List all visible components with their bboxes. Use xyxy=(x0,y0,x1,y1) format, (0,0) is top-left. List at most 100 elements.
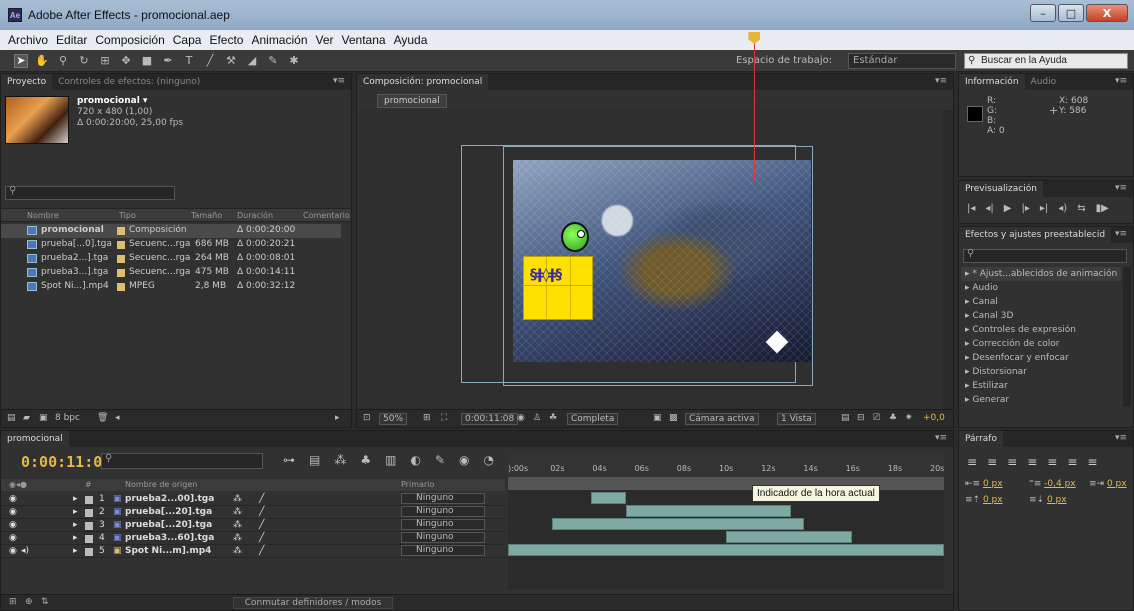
roto-brush-tool-icon[interactable]: ✎ xyxy=(266,54,280,68)
zoom-select[interactable]: 50% xyxy=(379,413,408,425)
tab-proyecto[interactable]: Proyecto xyxy=(1,74,53,90)
effects-scrollbar[interactable] xyxy=(1123,267,1131,407)
shy-switch-icon[interactable]: ⁂ xyxy=(233,494,242,504)
comp-button-icon[interactable]: ⊞ xyxy=(9,597,17,607)
layer-name[interactable]: prueba2...00].tga xyxy=(125,494,214,504)
maximize-button[interactable]: □ xyxy=(1058,4,1084,22)
resolution-grid-icon[interactable]: ⊞ xyxy=(423,413,431,423)
indent-left[interactable]: ⇤≡ 0 px xyxy=(965,479,1003,489)
shy-switch-icon[interactable]: ⁂ xyxy=(233,546,242,556)
exposure-value[interactable]: +0,0 xyxy=(923,413,945,423)
comp-flowchart-icon[interactable]: ⎚ xyxy=(873,413,880,423)
timeline-layer-row[interactable]: ◉ ▸ 2 ▣ prueba[...20].tga ⁂ ╱ Ninguno xyxy=(1,506,505,519)
zoom-tool-icon[interactable]: ⚲ xyxy=(56,54,70,68)
workspace-select[interactable]: Estándar xyxy=(848,53,956,69)
flowchart-small-icon[interactable]: ⇅ xyxy=(41,597,49,607)
play-icon[interactable]: ▶ xyxy=(1004,203,1012,214)
menu-ventana[interactable]: Ventana xyxy=(338,33,390,47)
col-nombre[interactable]: Nombre xyxy=(27,211,59,220)
tab-efectos-ajustes[interactable]: Efectos y ajustes preestablecid xyxy=(959,227,1112,243)
menu-capa[interactable]: Capa xyxy=(169,33,206,47)
loop-icon[interactable]: ⇆ xyxy=(1077,203,1085,214)
composition-chip[interactable]: promocional xyxy=(377,94,447,108)
always-preview-icon[interactable]: ⊡ xyxy=(363,413,371,423)
frame-blending-icon[interactable]: ▥ xyxy=(385,453,396,467)
space-after-value[interactable]: 0 px xyxy=(1047,495,1067,505)
transparency-grid-icon[interactable]: ▩ xyxy=(669,413,678,423)
indent-left-value[interactable]: 0 px xyxy=(983,479,1003,489)
quality-switch-icon[interactable]: ╱ xyxy=(259,507,264,517)
align-center-icon[interactable]: ≡ xyxy=(987,455,997,469)
timeline-link-icon[interactable]: ⊟ xyxy=(857,413,865,423)
quality-switch-icon[interactable]: ╱ xyxy=(259,520,264,530)
interpret-footage-icon[interactable]: ▤ xyxy=(7,413,16,423)
col-source-name[interactable]: Nombre de origen xyxy=(125,480,197,489)
toggle-switches-modes-button[interactable]: Conmutar definidores / modos xyxy=(233,597,393,609)
justify-last-center-icon[interactable]: ≡ xyxy=(1047,455,1057,469)
expand-icon[interactable]: ⊕ xyxy=(25,597,33,607)
layer-duration-bar[interactable] xyxy=(508,544,944,556)
panel-menu-icon[interactable]: ▾≡ xyxy=(1115,183,1127,193)
previous-frame-icon[interactable]: ◂| xyxy=(985,203,993,214)
new-composition-icon[interactable]: ▣ xyxy=(39,413,48,423)
first-line-value[interactable]: -0,4 px xyxy=(1044,479,1075,489)
stopwatch-icon[interactable]: ◔ xyxy=(483,453,493,467)
first-line-indent[interactable]: ⁼≡ -0,4 px xyxy=(1029,479,1076,489)
menu-animacion[interactable]: Animación xyxy=(247,33,311,47)
quality-switch-icon[interactable]: ╱ xyxy=(259,494,264,504)
rotate-tool-icon[interactable]: ↻ xyxy=(77,54,91,68)
live-update-icon[interactable]: ▤ xyxy=(309,453,320,467)
menu-efecto[interactable]: Efecto xyxy=(205,33,247,47)
effects-category-item[interactable]: ▸ Canal xyxy=(961,295,1121,309)
project-item-name[interactable]: promocional ▾ xyxy=(77,96,183,107)
menu-composicion[interactable]: Composición xyxy=(91,33,168,47)
expand-triangle-icon[interactable]: ▸ xyxy=(73,546,78,556)
pan-behind-tool-icon[interactable]: ✥ xyxy=(119,54,133,68)
selection-tool-icon[interactable]: ➤ xyxy=(14,53,28,68)
panel-menu-icon[interactable]: ▾≡ xyxy=(1115,76,1127,86)
last-frame-icon[interactable]: ▸| xyxy=(1040,203,1048,214)
effects-category-item[interactable]: ▸ Canal 3D xyxy=(961,309,1121,323)
menu-editar[interactable]: Editar xyxy=(52,33,91,47)
space-before-value[interactable]: 0 px xyxy=(983,495,1003,505)
brainstorm-icon[interactable]: ◉ xyxy=(459,453,469,467)
effects-category-item[interactable]: ▸ Estilizar xyxy=(961,379,1121,393)
layer-duration-bar[interactable] xyxy=(625,505,792,517)
effects-category-item[interactable]: ▸ Desenfocar y enfocar xyxy=(961,351,1121,365)
justify-last-right-icon[interactable]: ≡ xyxy=(1067,455,1077,469)
expand-triangle-icon[interactable]: ▸ xyxy=(73,520,78,530)
tab-audio[interactable]: Audio xyxy=(1025,74,1063,90)
tab-parrafo[interactable]: Párrafo xyxy=(959,431,1003,447)
graph-editor-icon[interactable]: ✎ xyxy=(435,453,445,467)
project-row[interactable]: prueba[...0].tga Secuenc...rga 686 MB Δ 0:0… xyxy=(1,238,341,252)
bpc-button[interactable]: 8 bpc xyxy=(55,413,80,423)
layer-name[interactable]: prueba[...20].tga xyxy=(125,507,212,517)
justify-last-left-icon[interactable]: ≡ xyxy=(1027,455,1037,469)
timeline-timecode[interactable]: 0:00:11:08 xyxy=(21,453,111,471)
next-frame-icon[interactable]: |▸ xyxy=(1021,203,1029,214)
motion-blur-icon[interactable]: ◐ xyxy=(410,453,420,467)
scroll-right-icon[interactable]: ▸ xyxy=(335,413,340,423)
new-folder-icon[interactable]: ▰ xyxy=(23,413,30,423)
col-duracion[interactable]: Duración xyxy=(237,211,273,220)
eye-icon[interactable]: ◉ xyxy=(9,546,17,556)
panel-menu-icon[interactable]: ▾≡ xyxy=(1115,229,1127,239)
toggle-pixel-aspect-icon[interactable]: ▤ xyxy=(841,413,850,423)
expand-triangle-icon[interactable]: ▸ xyxy=(73,533,78,543)
trash-icon[interactable]: 🗑 xyxy=(97,413,108,423)
parent-select[interactable]: Ninguno xyxy=(401,519,485,530)
tab-composicion[interactable]: Composición: promocional xyxy=(357,74,489,90)
camera-select[interactable]: Cámara activa xyxy=(685,413,759,425)
layer-duration-bar[interactable] xyxy=(590,492,626,504)
quality-switch-icon[interactable]: ╱ xyxy=(259,546,264,556)
project-row[interactable]: prueba2...].tga Secuenc...rga 264 MB Δ 0:00… xyxy=(1,252,341,266)
tab-informacion[interactable]: Información xyxy=(959,74,1025,90)
space-after[interactable]: ≡⇣ 0 px xyxy=(1029,495,1067,505)
eye-icon[interactable]: ◉ xyxy=(9,520,17,530)
project-search-input[interactable]: ⚲ xyxy=(5,185,175,200)
comp-mini-flowchart-icon[interactable]: ⊶ xyxy=(283,453,295,467)
channel-icon[interactable]: ☘ xyxy=(549,413,557,423)
fast-previews-icon[interactable]: ▣ xyxy=(653,413,662,423)
panel-menu-icon[interactable]: ▾≡ xyxy=(333,76,345,86)
type-tool-icon[interactable]: T xyxy=(182,54,196,68)
